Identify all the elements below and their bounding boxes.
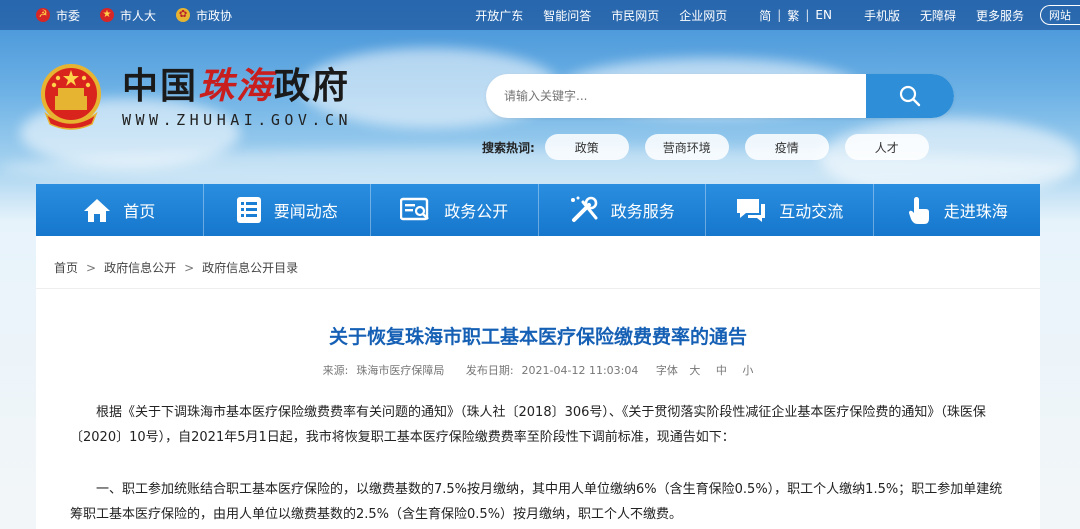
breadcrumb-home[interactable]: 首页: [54, 259, 78, 276]
nav-label: 要闻动态: [273, 202, 338, 221]
top-link-npc[interactable]: ★ 市人大: [100, 7, 156, 24]
main-nav: 首页 要闻动态 政务公开 政务服务 互动交流 走进珠海: [36, 184, 1040, 236]
top-link-label: 市政协: [196, 8, 233, 23]
top-link-cppcc[interactable]: ✿ 市政协: [176, 7, 232, 24]
site-title-suffix: 政府: [274, 65, 351, 107]
breadcrumb-separator: >: [184, 260, 195, 275]
article-paragraph: 根据《关于下调珠海市基本医疗保险缴费费率有关问题的通知》（珠人社〔2018〕30…: [70, 405, 986, 445]
search-input[interactable]: [486, 89, 866, 103]
breadcrumb-gov-info-catalog[interactable]: 政府信息公开目录: [202, 259, 298, 276]
font-size-label: 字体: [655, 364, 678, 377]
search-button[interactable]: [866, 74, 954, 118]
hot-tag-policy[interactable]: 政策: [544, 134, 629, 160]
content-panel: 首页 > 政府信息公开 > 政府信息公开目录 关于恢复珠海市职工基本医疗保险缴费…: [36, 236, 1040, 529]
nav-label: 政务公开: [444, 202, 509, 221]
site-title-prefix: 中国: [122, 65, 199, 107]
font-size-large[interactable]: 大: [689, 364, 700, 377]
font-size-small[interactable]: 小: [742, 364, 753, 377]
national-emblem-logo-icon: [38, 62, 104, 132]
top-link-label: 市人大: [120, 8, 157, 23]
lang-separator: |: [777, 8, 782, 22]
corner-badge[interactable]: 网站: [1040, 5, 1080, 25]
lang-traditional[interactable]: 繁: [787, 7, 799, 24]
search-bar: [486, 74, 954, 118]
tools-icon: [570, 196, 598, 222]
hot-search-label: 搜索热词:: [482, 140, 535, 155]
nav-label: 政务服务: [610, 202, 675, 221]
top-bar: ☭ 市委 ★ 市人大 ✿ 市政协 开放广东 智能问答 市民网页 企业网页 简 |…: [0, 0, 1080, 30]
article-date: 2021-04-12 11:03:04: [521, 364, 639, 377]
article-title: 关于恢复珠海市职工基本医疗保险缴费费率的通告: [328, 326, 747, 348]
nav-explore-zhuhai[interactable]: 走进珠海: [874, 184, 1041, 236]
breadcrumb-gov-info[interactable]: 政府信息公开: [104, 259, 176, 276]
party-emblem-icon: ☭: [36, 8, 50, 22]
date-label: 发布日期:: [465, 364, 514, 377]
lang-simplified[interactable]: 简: [759, 7, 771, 24]
search-icon: [899, 85, 921, 107]
nav-gov-info[interactable]: 政务公开: [371, 184, 539, 236]
breadcrumb-divider: [36, 288, 1040, 289]
lang-separator: |: [805, 8, 810, 22]
nav-news[interactable]: 要闻动态: [204, 184, 371, 236]
top-link-enterprise-page[interactable]: 企业网页: [679, 7, 727, 24]
chat-icon: [737, 199, 766, 222]
top-link-mobile[interactable]: 手机版: [864, 7, 900, 24]
news-list-icon: [236, 197, 261, 223]
site-title-city: 珠海: [198, 64, 275, 107]
nav-interaction[interactable]: 互动交流: [706, 184, 874, 236]
top-left-links: ☭ 市委 ★ 市人大 ✿ 市政协: [36, 7, 252, 24]
top-link-party[interactable]: ☭ 市委: [36, 7, 80, 24]
hot-tag-epidemic[interactable]: 疫情: [744, 134, 829, 160]
breadcrumb: 首页 > 政府信息公开 > 政府信息公开目录: [54, 259, 298, 276]
article-source: 珠海市医疗保障局: [356, 364, 445, 377]
site-url: WWW.ZHUHAI.GOV.CN: [122, 110, 353, 129]
national-emblem-icon: ★: [100, 8, 115, 22]
nav-label: 互动交流: [779, 202, 844, 221]
cppcc-emblem-icon: ✿: [176, 8, 191, 22]
source-label: 来源:: [322, 364, 349, 377]
top-link-label: 市委: [56, 8, 81, 23]
top-link-smart-qa[interactable]: 智能问答: [543, 7, 591, 24]
home-icon: [84, 199, 111, 222]
hot-tag-talent[interactable]: 人才: [844, 134, 929, 160]
top-link-open-guangdong[interactable]: 开放广东: [475, 7, 523, 24]
top-link-more-services[interactable]: 更多服务: [976, 7, 1024, 24]
nav-label: 首页: [123, 202, 156, 221]
document-search-icon: [400, 197, 430, 221]
top-right-links: 开放广东 智能问答 市民网页 企业网页 简 | 繁 | EN 手机版 无障碍 更…: [465, 0, 1080, 30]
hand-pointer-icon: [908, 197, 929, 224]
site-title: 中国珠海政府: [122, 66, 352, 107]
site-logo[interactable]: 中国珠海政府 WWW.ZHUHAI.GOV.CN: [38, 62, 352, 132]
lang-english[interactable]: EN: [815, 8, 832, 22]
nav-home[interactable]: 首页: [36, 184, 204, 236]
font-size-medium[interactable]: 中: [716, 364, 727, 377]
article-meta: 来源: 珠海市医疗保障局 发布日期: 2021-04-12 11:03:04 字体 …: [36, 362, 1040, 378]
breadcrumb-separator: >: [86, 260, 97, 275]
nav-label: 走进珠海: [943, 202, 1008, 221]
top-link-accessibility[interactable]: 无障碍: [920, 7, 956, 24]
language-switcher: 简 | 繁 | EN: [759, 7, 832, 24]
hot-tag-business-environment[interactable]: 营商环境: [644, 134, 729, 160]
article-paragraph: 一、职工参加统账结合职工基本医疗保险的，以缴费基数的7.5%按月缴纳，其中用人单…: [70, 482, 1003, 522]
nav-gov-services[interactable]: 政务服务: [539, 184, 706, 236]
top-link-citizen-page[interactable]: 市民网页: [611, 7, 659, 24]
hot-search-terms: 搜索热词: 政策 营商环境 疫情 人才: [482, 134, 945, 160]
